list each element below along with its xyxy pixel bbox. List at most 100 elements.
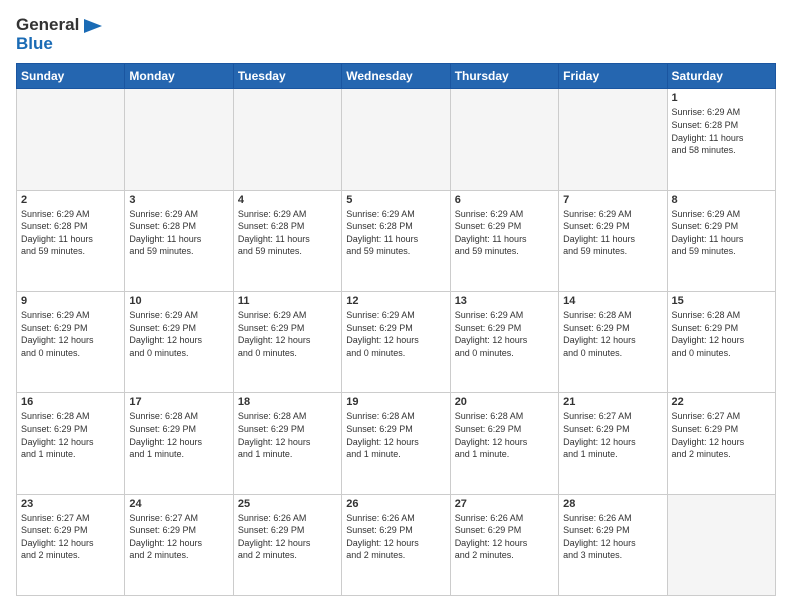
day-info: Sunrise: 6:28 AMSunset: 6:29 PMDaylight:… xyxy=(563,309,662,359)
calendar-cell: 8 Sunrise: 6:29 AMSunset: 6:29 PMDaylight… xyxy=(667,190,775,291)
calendar-cell: 12 Sunrise: 6:29 AMSunset: 6:29 PMDayligh… xyxy=(342,292,450,393)
week-row-4: 23 Sunrise: 6:27 AMSunset: 6:29 PMDayligh… xyxy=(17,494,776,595)
day-number: 27 xyxy=(455,498,554,510)
calendar-cell xyxy=(342,89,450,190)
day-number: 20 xyxy=(455,396,554,408)
page: General Blue SundayMondayTuesdayWednesda… xyxy=(0,0,792,612)
day-number: 21 xyxy=(563,396,662,408)
logo-arrow-icon xyxy=(84,19,102,33)
day-header-saturday: Saturday xyxy=(667,64,775,89)
day-number: 12 xyxy=(346,295,445,307)
day-info: Sunrise: 6:29 AMSunset: 6:29 PMDaylight:… xyxy=(563,208,662,258)
calendar-cell: 13 Sunrise: 6:29 AMSunset: 6:29 PMDayligh… xyxy=(450,292,558,393)
calendar: SundayMondayTuesdayWednesdayThursdayFrid… xyxy=(16,63,776,596)
calendar-cell xyxy=(233,89,341,190)
calendar-cell xyxy=(559,89,667,190)
calendar-cell xyxy=(125,89,233,190)
calendar-cell: 4 Sunrise: 6:29 AMSunset: 6:28 PMDaylight… xyxy=(233,190,341,291)
day-number: 28 xyxy=(563,498,662,510)
day-info: Sunrise: 6:26 AMSunset: 6:29 PMDaylight:… xyxy=(238,512,337,562)
calendar-cell xyxy=(450,89,558,190)
day-number: 2 xyxy=(21,194,120,206)
day-number: 23 xyxy=(21,498,120,510)
calendar-cell: 27 Sunrise: 6:26 AMSunset: 6:29 PMDayligh… xyxy=(450,494,558,595)
day-info: Sunrise: 6:29 AMSunset: 6:29 PMDaylight:… xyxy=(455,208,554,258)
calendar-cell: 19Sunrise: 6:28 AMSunset: 6:29 PMDayligh… xyxy=(342,393,450,494)
calendar-cell: 5 Sunrise: 6:29 AMSunset: 6:28 PMDaylight… xyxy=(342,190,450,291)
day-info: Sunrise: 6:27 AMSunset: 6:29 PMDaylight:… xyxy=(21,512,120,562)
calendar-cell: 2 Sunrise: 6:29 AMSunset: 6:28 PMDaylight… xyxy=(17,190,125,291)
logo-general: General xyxy=(16,16,102,35)
calendar-cell: 26 Sunrise: 6:26 AMSunset: 6:29 PMDayligh… xyxy=(342,494,450,595)
day-info: Sunrise: 6:27 AMSunset: 6:29 PMDaylight:… xyxy=(672,410,771,460)
logo-blue: Blue xyxy=(16,35,102,54)
day-number: 14 xyxy=(563,295,662,307)
day-info: Sunrise: 6:29 AMSunset: 6:29 PMDaylight:… xyxy=(129,309,228,359)
calendar-cell: 23 Sunrise: 6:27 AMSunset: 6:29 PMDayligh… xyxy=(17,494,125,595)
day-number: 8 xyxy=(672,194,771,206)
day-number: 5 xyxy=(346,194,445,206)
day-number: 11 xyxy=(238,295,337,307)
day-number: 13 xyxy=(455,295,554,307)
day-number: 4 xyxy=(238,194,337,206)
header: General Blue xyxy=(16,16,776,53)
day-info: Sunrise: 6:28 AMSunset: 6:29 PMDaylight:… xyxy=(672,309,771,359)
calendar-cell: 6 Sunrise: 6:29 AMSunset: 6:29 PMDaylight… xyxy=(450,190,558,291)
calendar-cell: 25 Sunrise: 6:26 AMSunset: 6:29 PMDayligh… xyxy=(233,494,341,595)
day-info: Sunrise: 6:29 AMSunset: 6:29 PMDaylight:… xyxy=(672,208,771,258)
day-info: Sunrise: 6:26 AMSunset: 6:29 PMDaylight:… xyxy=(455,512,554,562)
calendar-cell: 20 Sunrise: 6:28 AMSunset: 6:29 PMDayligh… xyxy=(450,393,558,494)
day-number: 9 xyxy=(21,295,120,307)
day-info: Sunrise: 6:29 AMSunset: 6:28 PMDaylight:… xyxy=(346,208,445,258)
day-number: 10 xyxy=(129,295,228,307)
day-number: 25 xyxy=(238,498,337,510)
day-number: 26 xyxy=(346,498,445,510)
day-info: Sunrise: 6:28 AMSunset: 6:29 PMDaylight:… xyxy=(238,410,337,460)
calendar-cell xyxy=(17,89,125,190)
day-info: Sunrise: 6:27 AMSunset: 6:29 PMDaylight:… xyxy=(563,410,662,460)
week-row-0: 1Sunrise: 6:29 AMSunset: 6:28 PMDaylight… xyxy=(17,89,776,190)
day-number: 17 xyxy=(129,396,228,408)
day-info: Sunrise: 6:28 AMSunset: 6:29 PMDaylight:… xyxy=(455,410,554,460)
day-number: 6 xyxy=(455,194,554,206)
calendar-cell: 24 Sunrise: 6:27 AMSunset: 6:29 PMDayligh… xyxy=(125,494,233,595)
day-info: Sunrise: 6:29 AMSunset: 6:29 PMDaylight:… xyxy=(238,309,337,359)
day-info: Sunrise: 6:29 AMSunset: 6:28 PMDaylight:… xyxy=(21,208,120,258)
day-header-friday: Friday xyxy=(559,64,667,89)
day-number: 16 xyxy=(21,396,120,408)
day-info: Sunrise: 6:29 AMSunset: 6:28 PMDaylight:… xyxy=(238,208,337,258)
day-header-tuesday: Tuesday xyxy=(233,64,341,89)
day-header-monday: Monday xyxy=(125,64,233,89)
day-number: 18 xyxy=(238,396,337,408)
calendar-cell: 15 Sunrise: 6:28 AMSunset: 6:29 PMDayligh… xyxy=(667,292,775,393)
calendar-cell: 1Sunrise: 6:29 AMSunset: 6:28 PMDaylight… xyxy=(667,89,775,190)
calendar-cell: 21 Sunrise: 6:27 AMSunset: 6:29 PMDayligh… xyxy=(559,393,667,494)
calendar-cell: 18 Sunrise: 6:28 AMSunset: 6:29 PMDayligh… xyxy=(233,393,341,494)
day-number: 1 xyxy=(672,92,771,104)
day-number: 22 xyxy=(672,396,771,408)
day-number: 19 xyxy=(346,396,445,408)
calendar-cell: 28 Sunrise: 6:26 AMSunset: 6:29 PMDayligh… xyxy=(559,494,667,595)
day-info: Sunrise: 6:26 AMSunset: 6:29 PMDaylight:… xyxy=(563,512,662,562)
calendar-cell: 16 Sunrise: 6:28 AMSunset: 6:29 PMDayligh… xyxy=(17,393,125,494)
day-number: 7 xyxy=(563,194,662,206)
day-info: Sunrise: 6:28 AMSunset: 6:29 PMDaylight:… xyxy=(21,410,120,460)
day-info: Sunrise: 6:27 AMSunset: 6:29 PMDaylight:… xyxy=(129,512,228,562)
calendar-header-row: SundayMondayTuesdayWednesdayThursdayFrid… xyxy=(17,64,776,89)
calendar-cell: 3Sunrise: 6:29 AMSunset: 6:28 PMDaylight… xyxy=(125,190,233,291)
day-number: 3 xyxy=(129,194,228,206)
day-info: Sunrise: 6:29 AMSunset: 6:29 PMDaylight:… xyxy=(455,309,554,359)
day-info: Sunrise: 6:26 AMSunset: 6:29 PMDaylight:… xyxy=(346,512,445,562)
calendar-cell: 7 Sunrise: 6:29 AMSunset: 6:29 PMDaylight… xyxy=(559,190,667,291)
day-info: Sunrise: 6:29 AMSunset: 6:29 PMDaylight:… xyxy=(346,309,445,359)
day-number: 15 xyxy=(672,295,771,307)
calendar-cell: 14 Sunrise: 6:28 AMSunset: 6:29 PMDayligh… xyxy=(559,292,667,393)
calendar-cell: 11 Sunrise: 6:29 AMSunset: 6:29 PMDayligh… xyxy=(233,292,341,393)
day-number: 24 xyxy=(129,498,228,510)
logo-text-block: General Blue xyxy=(16,16,102,53)
week-row-3: 16 Sunrise: 6:28 AMSunset: 6:29 PMDayligh… xyxy=(17,393,776,494)
day-header-thursday: Thursday xyxy=(450,64,558,89)
day-info: Sunrise: 6:28 AMSunset: 6:29 PMDaylight:… xyxy=(129,410,228,460)
calendar-cell: 9Sunrise: 6:29 AMSunset: 6:29 PMDaylight… xyxy=(17,292,125,393)
calendar-cell: 10 Sunrise: 6:29 AMSunset: 6:29 PMDayligh… xyxy=(125,292,233,393)
